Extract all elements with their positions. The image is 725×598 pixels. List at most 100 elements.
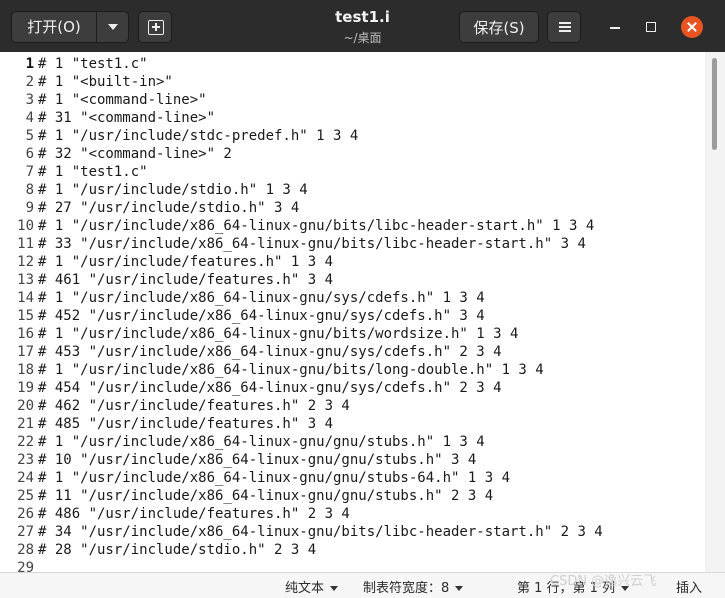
- line-number: 23: [17, 452, 34, 468]
- code-line[interactable]: 26 # 486 "/usr/include/features.h" 2 3 4: [0, 505, 700, 523]
- line-text: # 1 "/usr/include/x86_64-linux-gnu/bits/…: [38, 218, 595, 234]
- line-text: # 452 "/usr/include/x86_64-linux-gnu/sys…: [38, 308, 485, 324]
- line-text: # 1 "<built-in>": [38, 74, 173, 90]
- chevron-down-icon: [108, 24, 118, 30]
- code-line[interactable]: 20 # 462 "/usr/include/features.h" 2 3 4: [0, 397, 700, 415]
- watermark: CSDN @逸兴云飞: [550, 574, 657, 589]
- line-text: # 34 "/usr/include/x86_64-linux-gnu/bits…: [38, 524, 603, 540]
- code-line[interactable]: 27 # 34 "/usr/include/x86_64-linux-gnu/bi…: [0, 523, 700, 541]
- minimize-button[interactable]: [604, 16, 626, 38]
- code-line[interactable]: 22 # 1 "/usr/include/x86_64-linux-gnu/gnu…: [0, 433, 700, 451]
- line-number: 24: [17, 470, 34, 486]
- line-number: 7: [25, 164, 34, 180]
- code-line[interactable]: 13 # 461 "/usr/include/features.h" 3 4: [0, 271, 700, 289]
- text-editor-window: 打开(O) test1.i ~/桌面 保存(S) 1 # 1 "test1.c" 2…: [0, 0, 725, 598]
- code-line[interactable]: 17 # 453 "/usr/include/x86_64-linux-gnu/s…: [0, 343, 700, 361]
- code-line[interactable]: 16 # 1 "/usr/include/x86_64-linux-gnu/bit…: [0, 325, 700, 343]
- text-editor-area[interactable]: 1 # 1 "test1.c" 2 # 1 "<built-in>" 3 # 1 "<co…: [0, 52, 705, 572]
- window-title: test1.i: [335, 8, 390, 26]
- line-number: 1: [25, 56, 34, 72]
- code-line[interactable]: 11 # 33 "/usr/include/x86_64-linux-gnu/bi…: [0, 235, 700, 253]
- line-text: # 1 "/usr/include/x86_64-linux-gnu/bits/…: [38, 362, 544, 378]
- line-number: 13: [17, 272, 34, 288]
- hamburger-menu-icon: [559, 22, 571, 32]
- line-number: 2: [25, 74, 34, 90]
- scrollbar-thumb[interactable]: [712, 58, 717, 150]
- header-bar: 打开(O) test1.i ~/桌面 保存(S): [0, 0, 725, 52]
- line-text: # 32 "<command-line>" 2: [38, 146, 232, 162]
- line-number: 4: [25, 110, 34, 126]
- line-number: 12: [17, 254, 34, 270]
- open-button[interactable]: 打开(O): [12, 12, 96, 42]
- line-text: # 1 "/usr/include/x86_64-linux-gnu/bits/…: [38, 326, 519, 342]
- new-tab-button[interactable]: [138, 11, 172, 43]
- save-button[interactable]: 保存(S): [459, 11, 539, 43]
- code-line[interactable]: 23 # 10 "/usr/include/x86_64-linux-gnu/gn…: [0, 451, 700, 469]
- line-text: # 11 "/usr/include/x86_64-linux-gnu/gnu/…: [38, 488, 494, 504]
- open-recent-dropdown[interactable]: [96, 12, 130, 42]
- code-line[interactable]: 3 # 1 "<command-line>": [0, 91, 700, 109]
- line-text: # 27 "/usr/include/stdio.h" 3 4: [38, 200, 300, 216]
- line-number: 22: [17, 434, 34, 450]
- code-line[interactable]: 21 # 485 "/usr/include/features.h" 3 4: [0, 415, 700, 433]
- new-document-icon: [148, 20, 164, 35]
- line-number: 28: [17, 542, 34, 558]
- line-number: 16: [17, 326, 34, 342]
- line-text: # 1 "/usr/include/x86_64-linux-gnu/gnu/s…: [38, 434, 485, 450]
- tab-width-selector[interactable]: 制表符宽度：8: [363, 577, 464, 596]
- line-text: # 485 "/usr/include/features.h" 3 4: [38, 416, 334, 432]
- line-number: 25: [17, 488, 34, 504]
- line-text: # 1 "<command-line>": [38, 92, 207, 108]
- line-number: 18: [17, 362, 34, 378]
- line-text: # 1 "/usr/include/features.h" 1 3 4: [38, 254, 334, 270]
- code-line[interactable]: 6 # 32 "<command-line>" 2: [0, 145, 700, 163]
- code-line[interactable]: 10 # 1 "/usr/include/x86_64-linux-gnu/bit…: [0, 217, 700, 235]
- maximize-button[interactable]: [640, 16, 662, 38]
- code-line[interactable]: 1 # 1 "test1.c": [0, 55, 700, 73]
- code-line[interactable]: 8 # 1 "/usr/include/stdio.h" 1 3 4: [0, 181, 700, 199]
- code-line[interactable]: 24 # 1 "/usr/include/x86_64-linux-gnu/gnu…: [0, 469, 700, 487]
- line-text: # 1 "/usr/include/x86_64-linux-gnu/sys/c…: [38, 290, 485, 306]
- line-number: 19: [17, 380, 34, 396]
- code-line[interactable]: 18 # 1 "/usr/include/x86_64-linux-gnu/bit…: [0, 361, 700, 379]
- line-number: 8: [25, 182, 34, 198]
- line-text: # 454 "/usr/include/x86_64-linux-gnu/sys…: [38, 380, 502, 396]
- line-number: 14: [17, 290, 34, 306]
- chevron-down-icon: [455, 586, 464, 591]
- line-number: 5: [25, 128, 34, 144]
- code-line[interactable]: 25 # 11 "/usr/include/x86_64-linux-gnu/gn…: [0, 487, 700, 505]
- line-number: 20: [17, 398, 34, 414]
- line-number: 26: [17, 506, 34, 522]
- code-line[interactable]: 12 # 1 "/usr/include/features.h" 1 3 4: [0, 253, 700, 271]
- line-number: 15: [17, 308, 34, 324]
- line-number: 27: [17, 524, 34, 540]
- line-text: # 28 "/usr/include/stdio.h" 2 3 4: [38, 542, 317, 558]
- line-text: # 1 "/usr/include/stdc-predef.h" 1 3 4: [38, 128, 359, 144]
- code-line[interactable]: 14 # 1 "/usr/include/x86_64-linux-gnu/sys…: [0, 289, 700, 307]
- line-text: # 1 "/usr/include/x86_64-linux-gnu/gnu/s…: [38, 470, 511, 486]
- syntax-language-selector[interactable]: 纯文本: [285, 577, 339, 596]
- tab-width-label: 制表符宽度：8: [363, 581, 450, 596]
- line-number: 10: [17, 218, 34, 234]
- line-text: # 461 "/usr/include/features.h" 3 4: [38, 272, 334, 288]
- code-line[interactable]: 15 # 452 "/usr/include/x86_64-linux-gnu/s…: [0, 307, 700, 325]
- code-line[interactable]: 4 # 31 "<command-line>": [0, 109, 700, 127]
- chevron-down-icon: [330, 586, 339, 591]
- syntax-language-label: 纯文本: [285, 581, 325, 596]
- line-text: # 1 "/usr/include/stdio.h" 1 3 4: [38, 182, 308, 198]
- line-number: 11: [17, 236, 34, 252]
- code-line[interactable]: 2 # 1 "<built-in>": [0, 73, 700, 91]
- line-text: # 453 "/usr/include/x86_64-linux-gnu/sys…: [38, 344, 502, 360]
- code-line[interactable]: 7 # 1 "test1.c": [0, 163, 700, 181]
- code-line[interactable]: 9 # 27 "/usr/include/stdio.h" 3 4: [0, 199, 700, 217]
- vertical-scrollbar[interactable]: [705, 52, 725, 572]
- code-line[interactable]: 28 # 28 "/usr/include/stdio.h" 2 3 4: [0, 541, 700, 559]
- code-line[interactable]: 19 # 454 "/usr/include/x86_64-linux-gnu/s…: [0, 379, 700, 397]
- code-line[interactable]: 5 # 1 "/usr/include/stdc-predef.h" 1 3 4: [0, 127, 700, 145]
- line-text: # 31 "<command-line>": [38, 110, 216, 126]
- close-button[interactable]: [681, 16, 703, 38]
- menu-button[interactable]: [547, 11, 581, 43]
- line-number: 29: [17, 560, 34, 572]
- insert-mode-indicator[interactable]: 插入: [676, 577, 702, 596]
- line-number: 9: [25, 200, 34, 216]
